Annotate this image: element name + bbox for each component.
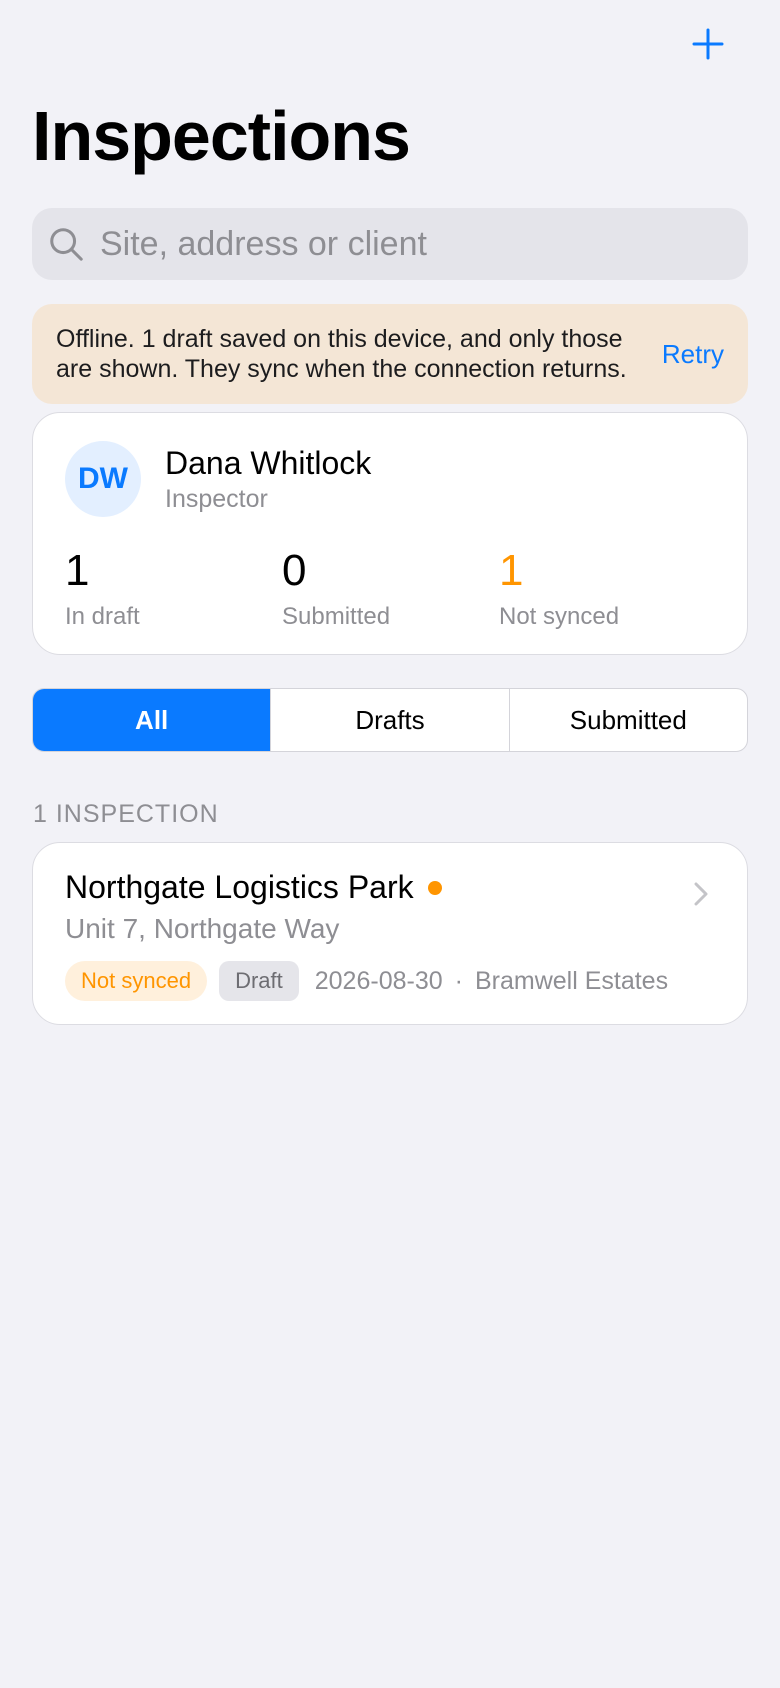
meta-separator: · <box>454 966 463 995</box>
profile-role: Inspector <box>165 485 268 513</box>
filter-segmented-control: All Drafts Submitted <box>32 688 748 752</box>
sync-status-badge: Not synced <box>65 961 208 1001</box>
avatar: DW <box>65 441 141 517</box>
stat-label: Not synced <box>499 603 620 630</box>
inspection-meta: Not synced Draft 2026-08-30 · Bramwell E… <box>65 961 668 1001</box>
segment-submitted[interactable]: Submitted <box>508 689 747 751</box>
top-bar <box>0 0 780 96</box>
section-header: 1 INSPECTION <box>33 800 219 828</box>
stat-label: Submitted <box>282 603 391 630</box>
retry-button[interactable]: Retry <box>662 339 724 370</box>
list-item[interactable]: Northgate Logistics Park Unit 7, Northga… <box>32 842 748 1025</box>
offline-message: Offline. 1 draft saved on this device, a… <box>56 325 627 383</box>
profile-name: Dana Whitlock <box>165 445 372 481</box>
search-input[interactable] <box>100 224 720 264</box>
add-inspection-button[interactable] <box>686 22 730 66</box>
unsynced-dot-icon <box>427 880 442 895</box>
search-bar[interactable] <box>32 208 748 280</box>
page-title: Inspections <box>32 97 411 175</box>
segment-drafts[interactable]: Drafts <box>270 689 508 751</box>
inspection-title: Northgate Logistics Park <box>65 869 414 905</box>
stat-value: 0 <box>282 546 307 595</box>
offline-banner: Offline. 1 draft saved on this device, a… <box>32 304 748 404</box>
stat-not-synced: 1 Not synced <box>499 545 619 631</box>
inspection-address: Unit 7, Northgate Way <box>65 913 340 944</box>
stat-label: In draft <box>65 603 140 630</box>
profile-card: DW Dana Whitlock Inspector 1 In draft 0 … <box>32 412 748 655</box>
stat-submitted: 0 Submitted <box>282 545 390 631</box>
stat-value: 1 <box>499 546 524 595</box>
stat-in-draft: 1 In draft <box>65 545 140 631</box>
status-badge: Draft <box>219 961 299 1001</box>
inspection-title-row: Northgate Logistics Park <box>65 869 442 906</box>
plus-icon <box>692 28 724 60</box>
stat-value: 1 <box>65 546 90 595</box>
inspection-client: Bramwell Estates <box>474 966 669 995</box>
chevron-right-icon <box>694 882 708 906</box>
inspection-date: 2026-08-30 <box>314 966 443 995</box>
segment-all[interactable]: All <box>33 689 271 751</box>
search-icon <box>46 224 86 264</box>
